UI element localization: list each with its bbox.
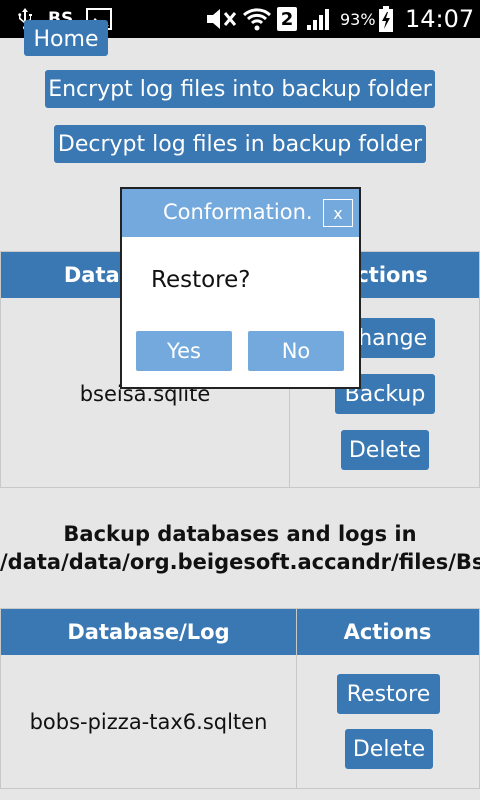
dialog-message: Restore?: [151, 267, 251, 293]
battery-percent: 93%: [340, 9, 376, 29]
sim-slot-label: 2: [277, 7, 297, 31]
sim-slot-icon: 2: [277, 0, 297, 38]
dialog-title-bar: Conformation. x: [122, 189, 359, 237]
column-divider: [296, 609, 297, 788]
home-button[interactable]: Home: [24, 20, 108, 56]
dialog-no-button[interactable]: No: [248, 331, 344, 371]
backup-table: Database/Log Actions bobs-pizza-tax6.sql…: [0, 608, 480, 789]
dialog-title: Conformation.: [163, 200, 313, 224]
backup-path: /data/data/org.beigesoft.accandr/files/B…: [0, 550, 480, 574]
decrypt-logs-button[interactable]: Decrypt log files in backup folder: [54, 125, 426, 163]
battery-charging-icon: [378, 0, 394, 38]
column-header-actions: Actions: [343, 620, 432, 644]
dialog-yes-button[interactable]: Yes: [136, 331, 232, 371]
backup-file-name: bobs-pizza-tax6.sqlten: [29, 710, 268, 734]
delete-current-button[interactable]: Delete: [341, 430, 429, 470]
clock: 14:07: [405, 5, 475, 33]
dialog-close-button[interactable]: x: [323, 199, 353, 227]
backup-heading-line1: Backup databases and logs in: [63, 522, 417, 546]
wifi-icon: [243, 0, 271, 38]
encrypt-logs-button[interactable]: Encrypt log files into backup folder: [45, 70, 435, 108]
restore-button[interactable]: Restore: [337, 674, 440, 714]
delete-backup-button[interactable]: Delete: [345, 729, 433, 769]
mute-icon: [205, 0, 239, 38]
table-header: Database/Log Actions: [1, 609, 479, 655]
confirm-dialog: Conformation. x Restore? Yes No: [120, 187, 361, 389]
column-header-database: Database/Log: [67, 620, 230, 644]
signal-icon: [306, 0, 332, 38]
